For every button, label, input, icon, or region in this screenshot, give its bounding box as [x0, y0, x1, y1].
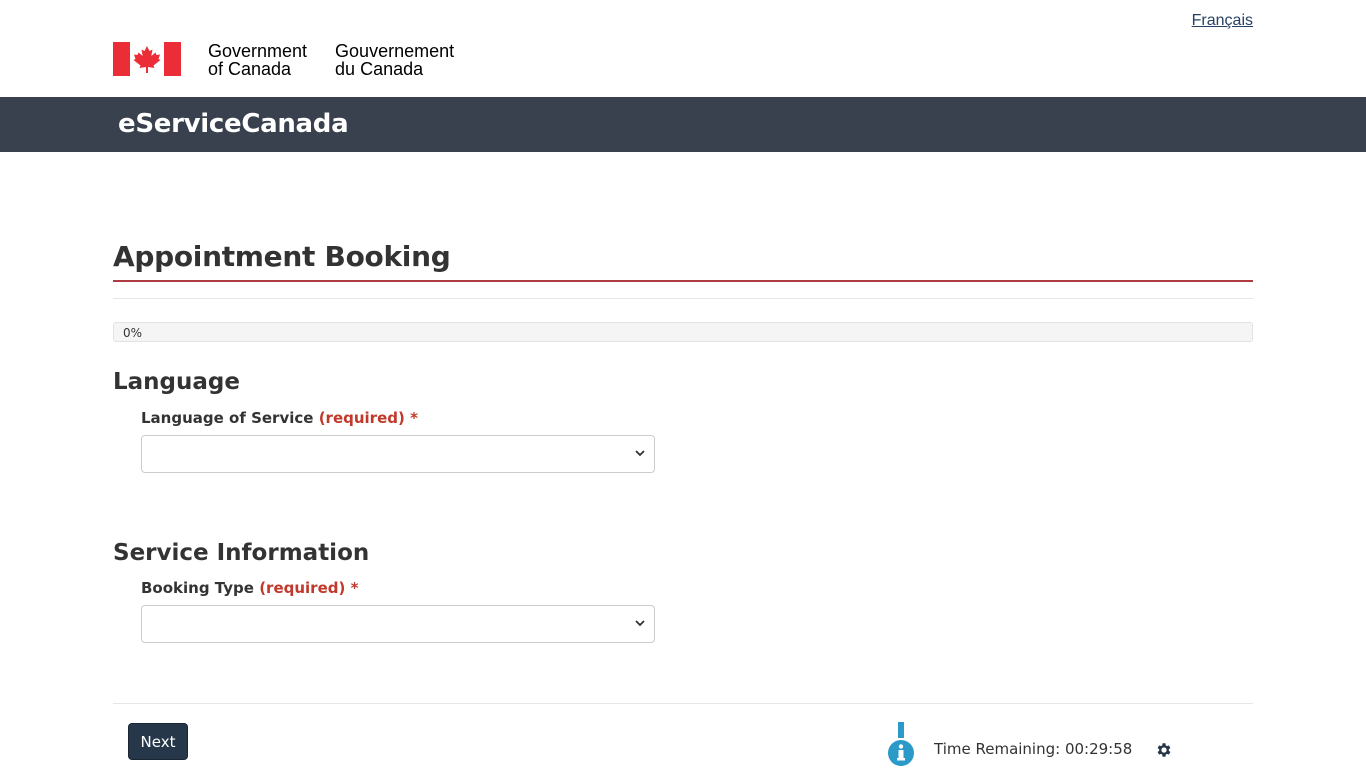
- session-timer: Time Remaining: 00:29:58: [934, 740, 1133, 758]
- wordmark-en-line1: Government: [208, 41, 308, 61]
- language-of-service-select[interactable]: [141, 435, 655, 473]
- language-of-service-label: Language of Service (required) *: [141, 409, 418, 427]
- info-icon[interactable]: [887, 722, 915, 768]
- government-signature: Government of Canada Gouvernement du Can…: [113, 42, 454, 78]
- app-title[interactable]: eServiceCanada: [118, 109, 349, 139]
- chevron-down-icon: [635, 620, 645, 627]
- wordmark-fr-line2: du Canada: [335, 59, 424, 79]
- divider: [113, 298, 1253, 299]
- required-asterisk: *: [410, 409, 418, 427]
- next-button[interactable]: Next: [128, 723, 188, 760]
- wordmark-english: Government of Canada: [208, 42, 307, 78]
- wordmark-en-line2: of Canada: [208, 59, 292, 79]
- progress-label: 0%: [123, 326, 143, 340]
- chevron-down-icon: [635, 450, 645, 457]
- section-heading-language: Language: [113, 369, 240, 395]
- wordmark-french: Gouvernement du Canada: [335, 42, 454, 78]
- canada-flag-icon: [113, 42, 181, 76]
- section-heading-service: Service Information: [113, 540, 370, 566]
- gear-icon[interactable]: [1155, 741, 1173, 759]
- field-label-text: Language of Service: [141, 409, 314, 427]
- title-underline: [113, 280, 1253, 282]
- page-title: Appointment Booking: [113, 240, 451, 273]
- required-indicator: (required): [318, 409, 405, 427]
- required-asterisk: *: [350, 579, 359, 597]
- progress-bar: 0%: [113, 322, 1253, 342]
- field-label-text: Booking Type: [141, 579, 254, 597]
- language-toggle-link[interactable]: Français: [1192, 12, 1253, 30]
- wordmark-fr-line1: Gouvernement: [335, 41, 455, 61]
- required-indicator: (required): [259, 579, 346, 597]
- footer-divider: [113, 703, 1253, 704]
- booking-type-select[interactable]: [141, 605, 655, 643]
- booking-type-label: Booking Type (required) *: [141, 579, 358, 597]
- app-bar: eServiceCanada: [0, 97, 1366, 152]
